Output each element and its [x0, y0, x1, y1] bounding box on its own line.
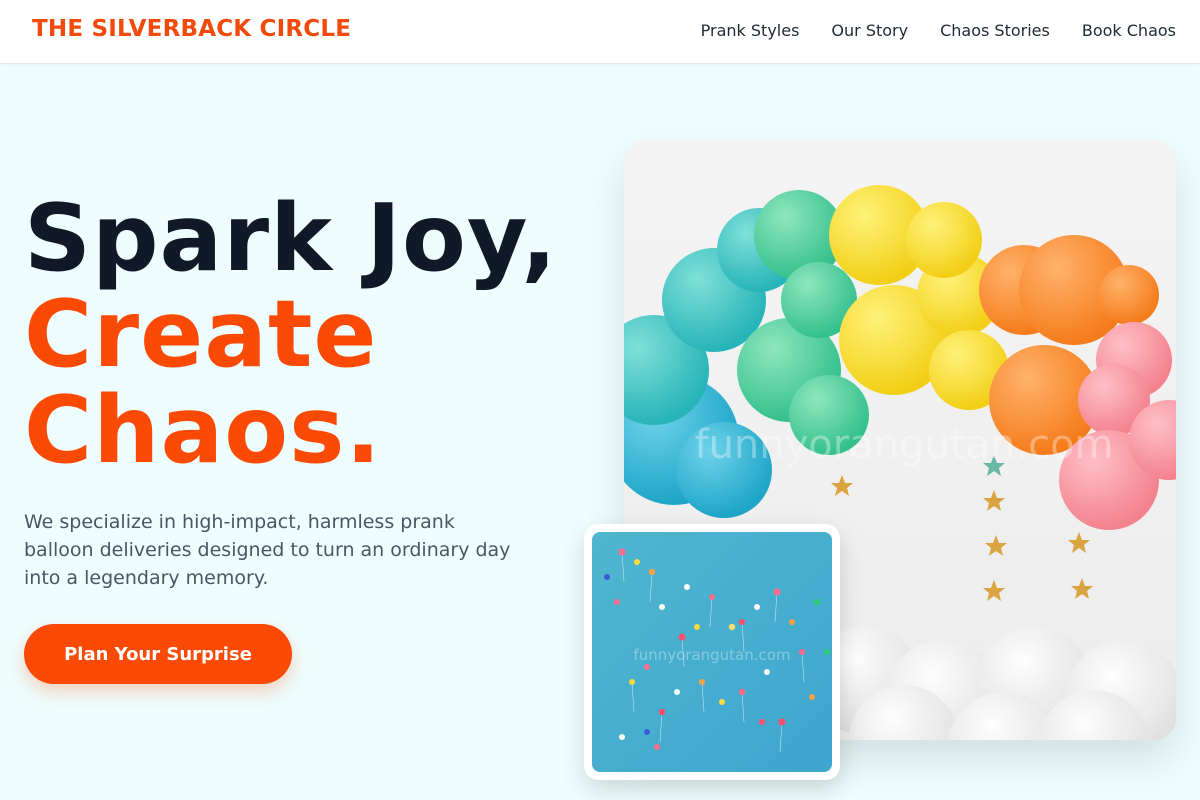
hero-title-line1: Spark Joy,	[24, 184, 558, 292]
hero-description: We specialize in high-impact, harmless p…	[24, 511, 511, 589]
small-image-watermark: funnyorangutan.com	[633, 646, 790, 664]
site-header: THE SILVERBACK CIRCLE Prank Styles Our S…	[0, 0, 1200, 64]
plan-surprise-button[interactable]: Plan Your Surprise	[24, 624, 292, 684]
nav-link-book-chaos[interactable]: Book Chaos	[1082, 21, 1176, 40]
nav-link-chaos-stories[interactable]: Chaos Stories	[940, 21, 1050, 40]
nav-link-prank-styles[interactable]: Prank Styles	[701, 21, 800, 40]
nav-link-our-story[interactable]: Our Story	[831, 21, 908, 40]
main-image-watermark: funnyorangutan.com	[694, 422, 1113, 468]
hero-title-line2: Create	[24, 280, 378, 388]
site-logo[interactable]: THE SILVERBACK CIRCLE	[32, 16, 351, 42]
balloon-sky-card: funnyorangutan.com	[584, 524, 840, 780]
main-nav: Prank Styles Our Story Chaos Stories Boo…	[701, 21, 1176, 40]
hero-title: Spark Joy, Create Chaos.	[24, 190, 558, 478]
balloon-sky-image: funnyorangutan.com	[592, 532, 832, 772]
hero-title-line3: Chaos.	[24, 376, 382, 484]
